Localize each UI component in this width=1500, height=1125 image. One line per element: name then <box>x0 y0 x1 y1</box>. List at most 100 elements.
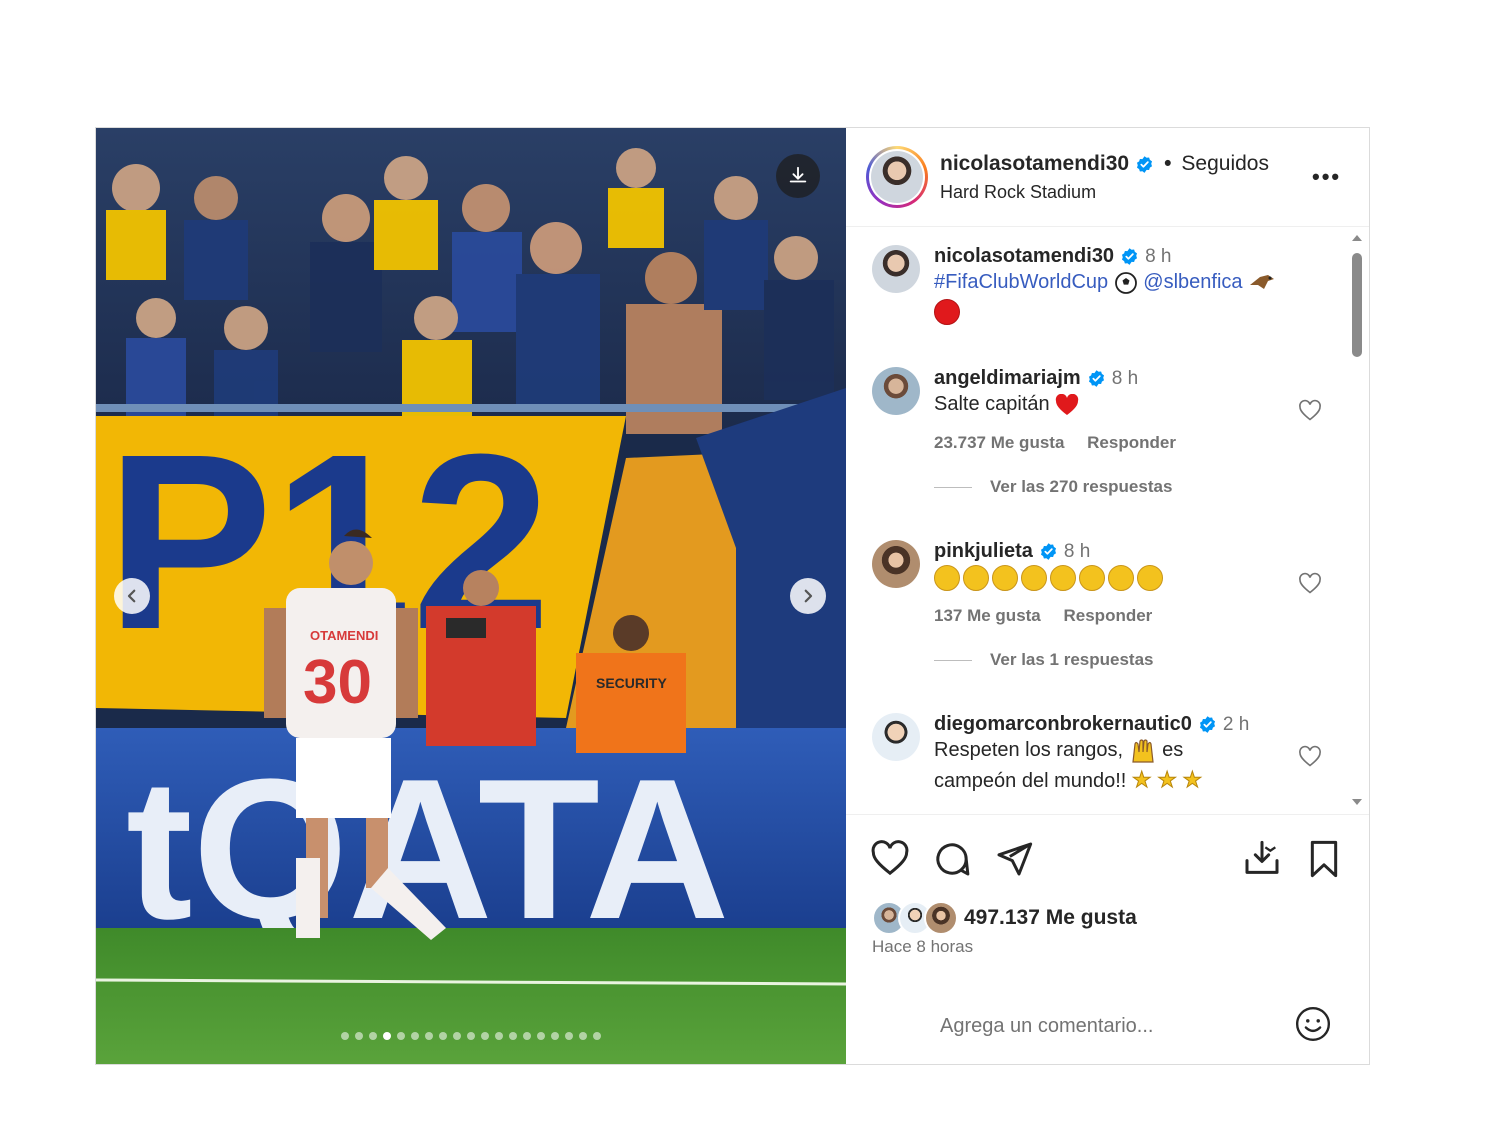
scrollbar-thumb[interactable] <box>1352 253 1362 357</box>
post-photo: P12 tQATA SECURITY 30 OTAMENDI <box>96 128 846 1064</box>
share-icon[interactable] <box>994 839 1034 879</box>
caption-time: 8 h <box>1145 245 1172 267</box>
red-circle-icon <box>934 298 960 325</box>
verified-icon <box>1137 155 1153 173</box>
commenter-username[interactable]: angeldimariajm <box>934 367 1081 390</box>
comment-like-count[interactable]: 137 Me gusta <box>934 606 1041 625</box>
comment-time: 8 h <box>1063 540 1091 562</box>
comment-icon[interactable] <box>932 839 972 879</box>
author-avatar <box>871 151 923 203</box>
comment-item: diegomarconbrokernautic0 2 h Respeten lo… <box>872 713 1332 813</box>
comment-text-line2: campeón del mundo!! <box>934 770 1127 792</box>
commenter-username[interactable]: diegomarconbrokernautic0 <box>934 713 1192 736</box>
comment-like-heart-icon[interactable] <box>1298 572 1322 596</box>
comments-scrollbar[interactable] <box>1349 235 1363 805</box>
clap-icon <box>1050 564 1076 591</box>
carousel-dot <box>411 1032 419 1040</box>
chevron-left-icon <box>127 589 136 603</box>
replies-divider <box>934 659 972 661</box>
likes-summary[interactable]: 497.137 Me gusta <box>872 901 1137 935</box>
view-replies-label: Ver las 1 respuestas <box>990 650 1154 669</box>
comment-item: angeldimariajm 8 h Salte capitán 23.737 … <box>872 367 1332 517</box>
mention-link[interactable]: @slbenfica <box>1143 271 1242 293</box>
carousel-dot <box>481 1032 489 1040</box>
comment-text-clap-emojis <box>934 563 1314 592</box>
post-media[interactable]: P12 tQATA SECURITY 30 OTAMENDI <box>96 128 846 1064</box>
view-replies-button[interactable]: Ver las 270 respuestas <box>934 477 1314 497</box>
comment-input[interactable] <box>938 1008 1282 1044</box>
comment-like-count[interactable]: 23.737 Me gusta <box>934 433 1064 452</box>
author-line: nicolasotamendi30 • Seguidos <box>940 152 1269 176</box>
clap-icon <box>934 564 960 591</box>
add-comment-bar <box>846 990 1369 1064</box>
carousel-dot <box>369 1032 377 1040</box>
caption-username[interactable]: nicolasotamendi30 <box>934 245 1114 268</box>
more-icon: ••• <box>1312 164 1342 189</box>
reply-button[interactable]: Responder <box>1064 606 1153 625</box>
clap-icon <box>1021 564 1047 591</box>
clap-icon <box>992 564 1018 591</box>
comments-list[interactable]: nicolasotamendi30 8 h #FifaClubWorldCup <box>846 227 1369 813</box>
comment-time: 2 h <box>1222 713 1250 735</box>
caption-author-avatar[interactable] <box>872 245 920 293</box>
hashtag-link[interactable]: #FifaClubWorldCup <box>934 271 1108 293</box>
comment-like-heart-icon[interactable] <box>1298 745 1322 769</box>
carousel-dot <box>453 1032 461 1040</box>
carousel-dot <box>467 1032 475 1040</box>
follow-status-button[interactable]: Seguidos <box>1181 152 1269 176</box>
caption-text: #FifaClubWorldCup @slbenfica <box>934 268 1314 326</box>
post-actions: 497.137 Me gusta Hace 8 horas <box>846 814 1369 1065</box>
star-icon: ★ <box>1182 767 1203 793</box>
svg-text:SECURITY: SECURITY <box>596 675 667 691</box>
carousel-dot <box>355 1032 363 1040</box>
comment-like-heart-icon[interactable] <box>1298 399 1322 423</box>
author-username[interactable]: nicolasotamendi30 <box>940 152 1129 176</box>
post-timestamp[interactable]: Hace 8 horas <box>872 937 973 957</box>
carousel-dot <box>341 1032 349 1040</box>
verified-icon <box>1088 370 1104 387</box>
commenter-avatar[interactable] <box>872 367 920 415</box>
bookmark-icon[interactable] <box>1304 839 1344 879</box>
carousel-dot <box>397 1032 405 1040</box>
post-side-panel: nicolasotamendi30 • Seguidos Hard Rock S… <box>846 128 1369 1064</box>
reply-button[interactable]: Responder <box>1087 433 1176 452</box>
clap-icon <box>963 564 989 591</box>
soccer-ball-icon <box>1114 271 1137 294</box>
commenter-avatar[interactable] <box>872 540 920 588</box>
more-options-button[interactable]: ••• <box>1312 164 1341 190</box>
scroll-up-arrow-icon[interactable] <box>1352 235 1362 241</box>
save-to-device-icon[interactable] <box>1242 839 1282 879</box>
likes-count[interactable]: 497.137 Me gusta <box>964 906 1137 930</box>
header-separator: • <box>1164 152 1172 175</box>
clap-icon <box>1079 564 1105 591</box>
carousel-dot <box>523 1032 531 1040</box>
comment-text-content: Salte capitán <box>934 393 1050 415</box>
eagle-icon <box>1250 274 1275 289</box>
emoji-icon[interactable] <box>1294 1005 1332 1043</box>
scroll-down-arrow-icon[interactable] <box>1352 799 1362 805</box>
comment-text: Respeten los rangos, es campeón del mund… <box>934 736 1314 796</box>
carousel-dot <box>565 1032 573 1040</box>
commenter-username[interactable]: pinkjulieta <box>934 540 1033 563</box>
next-slide-button[interactable] <box>790 578 826 614</box>
download-button[interactable] <box>776 154 820 198</box>
star-icon: ★ <box>1131 767 1152 793</box>
carousel-dot <box>593 1032 601 1040</box>
post-location[interactable]: Hard Rock Stadium <box>940 182 1096 203</box>
previous-slide-button[interactable] <box>114 578 150 614</box>
view-replies-button[interactable]: Ver las 1 respuestas <box>934 650 1314 670</box>
svg-text:OTAMENDI: OTAMENDI <box>310 628 378 643</box>
comment-time: 8 h <box>1111 367 1139 389</box>
comment-text: Salte capitán <box>934 390 1314 419</box>
star-icon: ★ <box>1157 767 1178 793</box>
chevron-right-icon <box>804 589 813 603</box>
carousel-dot <box>383 1032 391 1040</box>
commenter-avatar[interactable] <box>872 713 920 761</box>
carousel-dot <box>579 1032 587 1040</box>
view-replies-label: Ver las 270 respuestas <box>990 477 1173 496</box>
author-avatar-story-ring[interactable] <box>866 146 928 208</box>
carousel-dot <box>551 1032 559 1040</box>
clap-icon <box>1137 564 1163 591</box>
svg-text:30: 30 <box>303 648 372 717</box>
heart-icon[interactable] <box>870 839 910 879</box>
